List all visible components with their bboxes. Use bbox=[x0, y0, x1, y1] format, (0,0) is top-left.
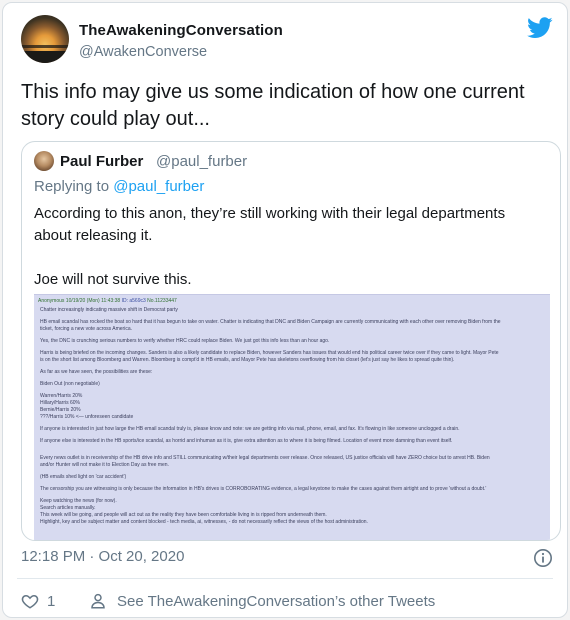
replying-to-mention-link[interactable]: @paul_furber bbox=[113, 178, 204, 195]
replying-to-label: Replying to bbox=[34, 178, 114, 195]
like-button[interactable]: 1 bbox=[21, 590, 55, 612]
image-post-line: The censorship you are witnessing is onl… bbox=[40, 486, 487, 492]
quoted-tweet-image[interactable]: Anonymous 10/19/20 (Mon) 11:43:38 ID: a5… bbox=[34, 294, 550, 540]
image-post-line: ???/Harris 10% <— unforeseen candidate bbox=[40, 414, 134, 420]
author-handle[interactable]: @AwakenConverse bbox=[79, 44, 207, 60]
image-post-line: If anyone is interested in just how larg… bbox=[40, 426, 460, 432]
image-post-line: ticket, forcing a new vote across Americ… bbox=[40, 326, 132, 332]
tweet-timestamp[interactable]: 12:18 PM · Oct 20, 2020 bbox=[21, 548, 184, 565]
quoted-body-paragraph-1: According to this anon, they’re still wo… bbox=[34, 205, 506, 244]
quoted-author-avatar[interactable] bbox=[34, 151, 54, 171]
image-post-header: Anonymous 10/19/20 (Mon) 11:43:38 ID: a5… bbox=[38, 298, 177, 304]
image-post-line: Harris is being briefed on the incoming … bbox=[40, 350, 499, 356]
image-post-line: If anyone else is interested in the HB s… bbox=[40, 438, 453, 444]
tweet-card: TheAwakeningConversation @AwakenConverse… bbox=[2, 2, 568, 618]
image-post-line: Bernie/Harris 20% bbox=[40, 407, 81, 413]
image-post-line: Every news outlet is in receivership of … bbox=[40, 455, 490, 461]
author-name[interactable]: TheAwakeningConversation bbox=[79, 22, 283, 39]
twitter-bird-icon[interactable] bbox=[527, 17, 553, 39]
author-avatar[interactable] bbox=[21, 15, 69, 63]
info-icon[interactable] bbox=[533, 548, 553, 568]
image-post-date: 10/19/20 (Mon) 11:43:38 bbox=[65, 298, 121, 304]
image-post-id: ID: a569c3 bbox=[121, 298, 146, 304]
image-post-line: This week will be going, and people will… bbox=[40, 512, 327, 518]
image-post-line: Hillary/Harris 60% bbox=[40, 400, 81, 406]
image-post-text: Chatter increasingly indicating massive … bbox=[40, 307, 540, 526]
image-post-line: (HB emails shed light on 'car accident') bbox=[40, 474, 127, 480]
tweet-text: This info may give us some indication of… bbox=[21, 81, 525, 130]
see-other-tweets-link[interactable]: See TheAwakeningConversation’s other Twe… bbox=[89, 590, 435, 612]
heart-icon bbox=[21, 594, 39, 609]
image-post-line: HB email scandal has rocked the boat so … bbox=[40, 319, 501, 325]
image-post-line: Highlight, key and be subject matter and… bbox=[40, 519, 368, 525]
image-post-line: Chatter increasingly indicating massive … bbox=[40, 307, 178, 313]
divider bbox=[17, 578, 553, 579]
see-other-tweets-label: See TheAwakeningConversation’s other Twe… bbox=[117, 592, 436, 610]
image-post-line: Search articles manually. bbox=[40, 505, 96, 511]
quoted-author-name[interactable]: Paul Furber bbox=[60, 153, 143, 170]
replying-to: Replying to @paul_furber bbox=[34, 178, 204, 195]
quoted-author-handle[interactable]: @paul_furber bbox=[156, 153, 247, 170]
image-post-line: Biden Out (non negotiable) bbox=[40, 381, 100, 387]
image-post-line: Yes, the DNC is crunching serious number… bbox=[40, 338, 330, 344]
quoted-tweet[interactable]: Paul Furber @paul_furber Replying to @pa… bbox=[21, 141, 561, 541]
image-post-line: is on the short list among Bloomberg and… bbox=[40, 357, 455, 363]
quoted-body-paragraph-2: Joe will not survive this. bbox=[34, 271, 192, 288]
like-count: 1 bbox=[47, 592, 56, 610]
image-post-line: Keep watching the news (for now). bbox=[40, 498, 117, 504]
person-icon bbox=[91, 593, 105, 609]
image-post-line: Warren/Harris 20% bbox=[40, 393, 83, 399]
image-post-line: As far as we have seen, the possibilitie… bbox=[40, 369, 153, 375]
image-post-number: No.11233447 bbox=[147, 298, 177, 304]
image-post-line: and/or Hunter will not make it to Electi… bbox=[40, 462, 169, 468]
image-post-name: Anonymous bbox=[38, 298, 65, 304]
